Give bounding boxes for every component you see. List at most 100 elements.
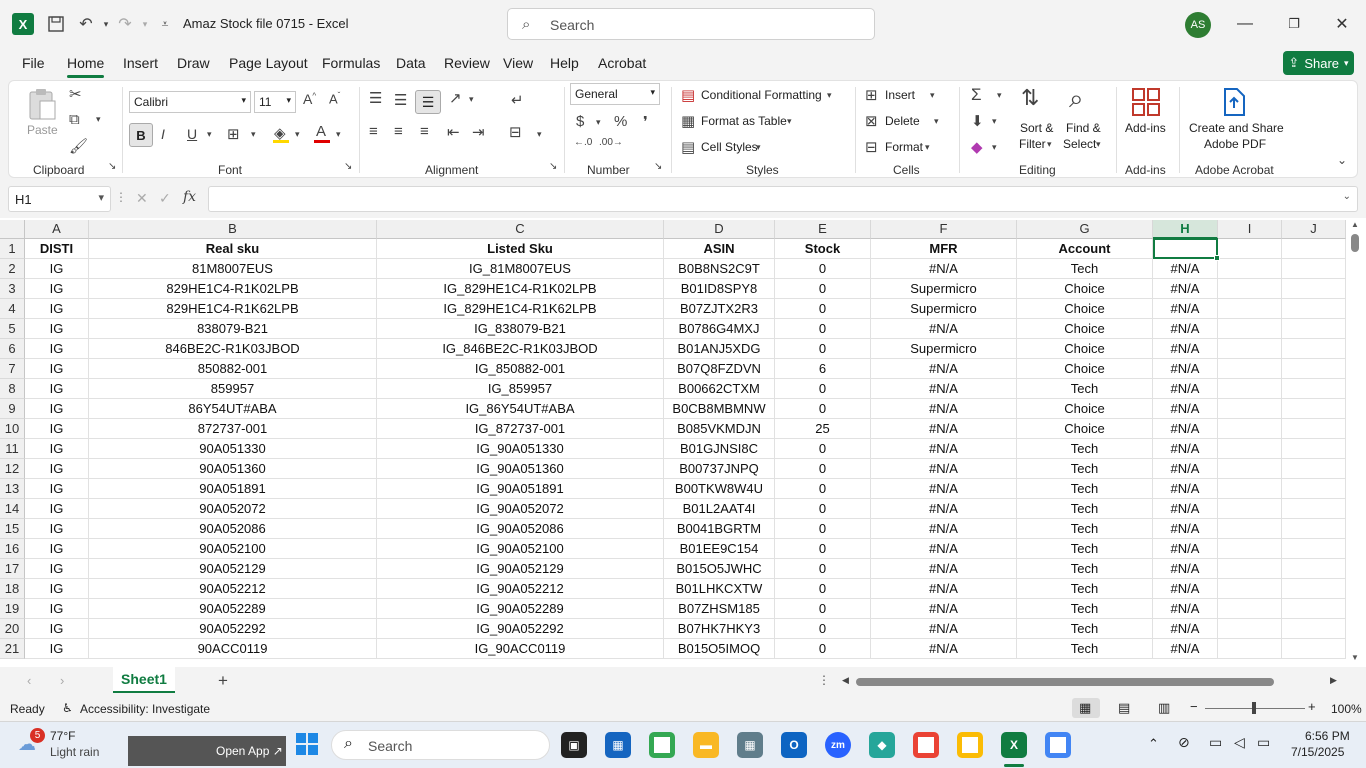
customize-toolbar-icon[interactable]: ⩡	[154, 13, 176, 35]
header-cell[interactable]	[1218, 239, 1282, 259]
network-icon[interactable]: ⊘	[1178, 734, 1190, 751]
chrome-icon[interactable]	[649, 732, 675, 758]
table-cell[interactable]: IG_90A052100	[377, 539, 664, 559]
table-cell[interactable]	[1282, 619, 1346, 639]
table-cell[interactable]: B01ID8SPY8	[664, 279, 775, 299]
chevron-down-icon[interactable]: ▾	[934, 116, 939, 127]
table-cell[interactable]: 0	[775, 619, 871, 639]
table-cell[interactable]: IG_90A052212	[377, 579, 664, 599]
user-avatar[interactable]: AS	[1185, 12, 1211, 38]
page-layout-view-icon[interactable]: ▤	[1118, 700, 1130, 716]
table-cell[interactable]: #N/A	[871, 259, 1017, 279]
copy-icon[interactable]: ⧉	[69, 111, 80, 128]
align-top-icon[interactable]: ☰	[369, 89, 382, 107]
create-share-pdf-label[interactable]: Create and Share	[1189, 121, 1284, 135]
fill-color-dropdown-icon[interactable]: ▾	[295, 129, 300, 140]
table-cell[interactable]: Tech	[1017, 499, 1153, 519]
table-cell[interactable]: B0041BGRTM	[664, 519, 775, 539]
row-header[interactable]: 9	[0, 399, 25, 419]
table-cell[interactable]: IG	[25, 419, 89, 439]
table-cell[interactable]	[1218, 579, 1282, 599]
find-select-label[interactable]: Find &	[1066, 121, 1101, 135]
fill-handle[interactable]	[1214, 255, 1220, 261]
table-cell[interactable]: Choice	[1017, 299, 1153, 319]
number-launcher-icon[interactable]: ↘	[654, 161, 662, 172]
tab-view[interactable]: View	[503, 55, 533, 71]
table-cell[interactable]: 0	[775, 519, 871, 539]
row-header[interactable]: 7	[0, 359, 25, 379]
table-cell[interactable]: IG_838079-B21	[377, 319, 664, 339]
table-cell[interactable]: 829HE1C4-R1K62LPB	[89, 299, 377, 319]
paste-label[interactable]: Paste	[27, 123, 58, 137]
header-cell[interactable]: Account	[1017, 239, 1153, 259]
chevron-down-icon[interactable]: ▾	[992, 142, 997, 153]
table-cell[interactable]: Choice	[1017, 399, 1153, 419]
table-cell[interactable]: Tech	[1017, 579, 1153, 599]
table-cell[interactable]	[1218, 339, 1282, 359]
table-cell[interactable]: 0	[775, 279, 871, 299]
calculator-icon[interactable]: ▦	[737, 732, 763, 758]
table-cell[interactable]: IG_90ACC0119	[377, 639, 664, 659]
alignment-launcher-icon[interactable]: ↘	[549, 161, 557, 172]
table-cell[interactable]: 829HE1C4-R1K02LPB	[89, 279, 377, 299]
expand-formula-icon[interactable]: ⌄	[1343, 191, 1351, 202]
table-cell[interactable]: 90A052289	[89, 599, 377, 619]
table-cell[interactable]	[1218, 479, 1282, 499]
chevron-down-icon[interactable]: ▾	[827, 90, 832, 101]
table-cell[interactable]: B0CB8MBMNW	[664, 399, 775, 419]
row-header[interactable]: 2	[0, 259, 25, 279]
table-cell[interactable]: 838079-B21	[89, 319, 377, 339]
table-cell[interactable]: IG_846BE2C-R1K03JBOD	[377, 339, 664, 359]
chevron-down-icon[interactable]: ▾	[997, 90, 1002, 101]
borders-icon[interactable]: ⊞	[227, 125, 240, 143]
table-cell[interactable]: 0	[775, 439, 871, 459]
table-cell[interactable]: B01LHKCXTW	[664, 579, 775, 599]
app-icon[interactable]: ◆	[869, 732, 895, 758]
table-cell[interactable]: #N/A	[1153, 439, 1218, 459]
row-header[interactable]: 5	[0, 319, 25, 339]
table-cell[interactable]	[1218, 379, 1282, 399]
table-cell[interactable]: IG_850882-001	[377, 359, 664, 379]
table-cell[interactable]: #N/A	[1153, 319, 1218, 339]
open-app-widget[interactable]: Open App ↗	[128, 736, 286, 766]
chevron-down-icon[interactable]: ▾	[787, 116, 792, 127]
table-cell[interactable]: Tech	[1017, 639, 1153, 659]
table-cell[interactable]: 859957	[89, 379, 377, 399]
orientation-icon[interactable]: ↗	[449, 89, 462, 107]
row-header[interactable]: 1	[0, 239, 25, 259]
chevron-down-icon[interactable]: ▾	[1096, 139, 1101, 150]
table-cell[interactable]: Tech	[1017, 379, 1153, 399]
table-cell[interactable]: B01EE9C154	[664, 539, 775, 559]
table-cell[interactable]: #N/A	[1153, 619, 1218, 639]
table-cell[interactable]: #N/A	[1153, 279, 1218, 299]
align-left-icon[interactable]: ≡	[369, 123, 378, 140]
excel-taskbar-icon[interactable]: X	[1001, 732, 1027, 758]
format-as-table-icon[interactable]: ▦	[681, 112, 695, 130]
zoom-level[interactable]: 100%	[1331, 702, 1362, 716]
cell-styles-icon[interactable]: ▤	[681, 138, 695, 156]
find-select-label-2[interactable]: Select	[1063, 137, 1096, 151]
table-cell[interactable]: IG	[25, 459, 89, 479]
table-cell[interactable]: Choice	[1017, 279, 1153, 299]
table-cell[interactable]: Supermicro	[871, 339, 1017, 359]
table-cell[interactable]	[1282, 319, 1346, 339]
table-cell[interactable]	[1282, 459, 1346, 479]
table-cell[interactable]: Tech	[1017, 519, 1153, 539]
table-cell[interactable]: Choice	[1017, 339, 1153, 359]
normal-view-icon[interactable]: ▦	[1072, 698, 1100, 718]
table-cell[interactable]: #N/A	[871, 539, 1017, 559]
prev-sheet-icon[interactable]: ‹	[27, 673, 31, 688]
redo-dropdown-icon[interactable]: ▾	[134, 13, 156, 35]
horizontal-scrollbar[interactable]: ◀ ▶	[840, 674, 1345, 688]
formula-input[interactable]: ⌄	[208, 186, 1358, 212]
format-as-table-button[interactable]: Format as Table	[701, 114, 787, 128]
chevron-down-icon[interactable]: ▾	[925, 142, 930, 153]
paste-icon[interactable]	[25, 87, 59, 123]
number-format-select[interactable]: General ▾	[570, 83, 660, 105]
table-cell[interactable]: Choice	[1017, 419, 1153, 439]
worksheet-grid[interactable]: ABCDEFGHIJ 1 2 3 4 5 6 7 8 9 10 11 12 13 14 15 16 17 18 19…	[0, 218, 1366, 667]
table-cell[interactable]: #N/A	[1153, 399, 1218, 419]
table-cell[interactable]	[1218, 519, 1282, 539]
row-header[interactable]: 17	[0, 559, 25, 579]
table-cell[interactable]: IG_90A051360	[377, 459, 664, 479]
